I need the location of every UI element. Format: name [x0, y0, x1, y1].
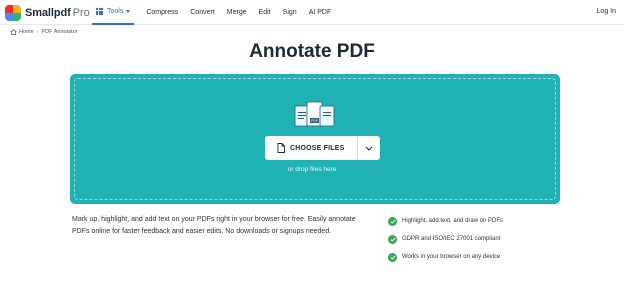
- choose-files-group: CHOOSE FILES: [265, 136, 380, 160]
- breadcrumb: Home › PDF Annotator: [10, 29, 78, 35]
- logo-pro-label: Pro: [72, 7, 90, 19]
- logo-text: Smallpdf: [25, 7, 71, 19]
- main-nav: Tools Compress Convert Merge Edit Sign A…: [92, 0, 331, 25]
- feature-list: Highlight, add text, and draw on PDFs GD…: [388, 212, 503, 266]
- nav-edit[interactable]: Edit: [259, 9, 271, 16]
- nav-merge[interactable]: Merge: [227, 9, 247, 16]
- top-navigation-bar: Smallpdf Pro Tools Compress Convert Merg…: [0, 0, 624, 25]
- home-icon: [10, 29, 17, 35]
- feature-item: Works in your browser on any device: [388, 248, 503, 266]
- check-circle-icon: [388, 252, 397, 262]
- nav-sign[interactable]: Sign: [283, 9, 297, 16]
- tools-menu-button[interactable]: Tools: [92, 0, 135, 25]
- feature-item: Highlight, add text, and draw on PDFs: [388, 212, 503, 230]
- choose-files-button[interactable]: CHOOSE FILES: [265, 136, 357, 160]
- grid-icon: [96, 8, 103, 15]
- nav-ai-pdf[interactable]: AI PDF: [309, 9, 332, 16]
- feature-text: Highlight, add text, and draw on PDFs: [402, 218, 504, 224]
- nav-convert[interactable]: Convert: [190, 9, 215, 16]
- tools-label: Tools: [107, 8, 124, 15]
- smallpdf-logo-icon: [5, 5, 21, 21]
- document-icon: [277, 143, 285, 153]
- check-circle-icon: [388, 234, 397, 244]
- check-circle-icon: [388, 216, 397, 226]
- feature-text: Works in your browser on any device: [402, 254, 501, 260]
- page-title: Annotate PDF: [249, 41, 375, 62]
- feature-text: GDPR and ISO/IEC 27001 compliant: [402, 236, 501, 242]
- pdf-files-icon: PDF: [294, 101, 335, 127]
- chevron-down-icon: [365, 146, 372, 151]
- nav-compress[interactable]: Compress: [146, 9, 178, 16]
- breadcrumb-current: PDF Annotator: [41, 29, 78, 35]
- breadcrumb-home[interactable]: Home: [19, 29, 34, 35]
- chevron-down-icon: [126, 10, 131, 13]
- choose-files-dropdown[interactable]: [358, 136, 380, 160]
- login-link[interactable]: Log In: [597, 8, 616, 15]
- tool-description: Mark up, highlight, and add text on your…: [72, 216, 356, 235]
- smallpdf-logo[interactable]: Smallpdf Pro: [5, 5, 90, 21]
- breadcrumb-separator: ›: [36, 29, 39, 35]
- choose-files-label: CHOOSE FILES: [290, 144, 345, 152]
- feature-item: GDPR and ISO/IEC 27001 compliant: [388, 230, 503, 248]
- svg-text:PDF: PDF: [311, 119, 318, 123]
- drop-files-hint: or drop files here: [287, 166, 337, 173]
